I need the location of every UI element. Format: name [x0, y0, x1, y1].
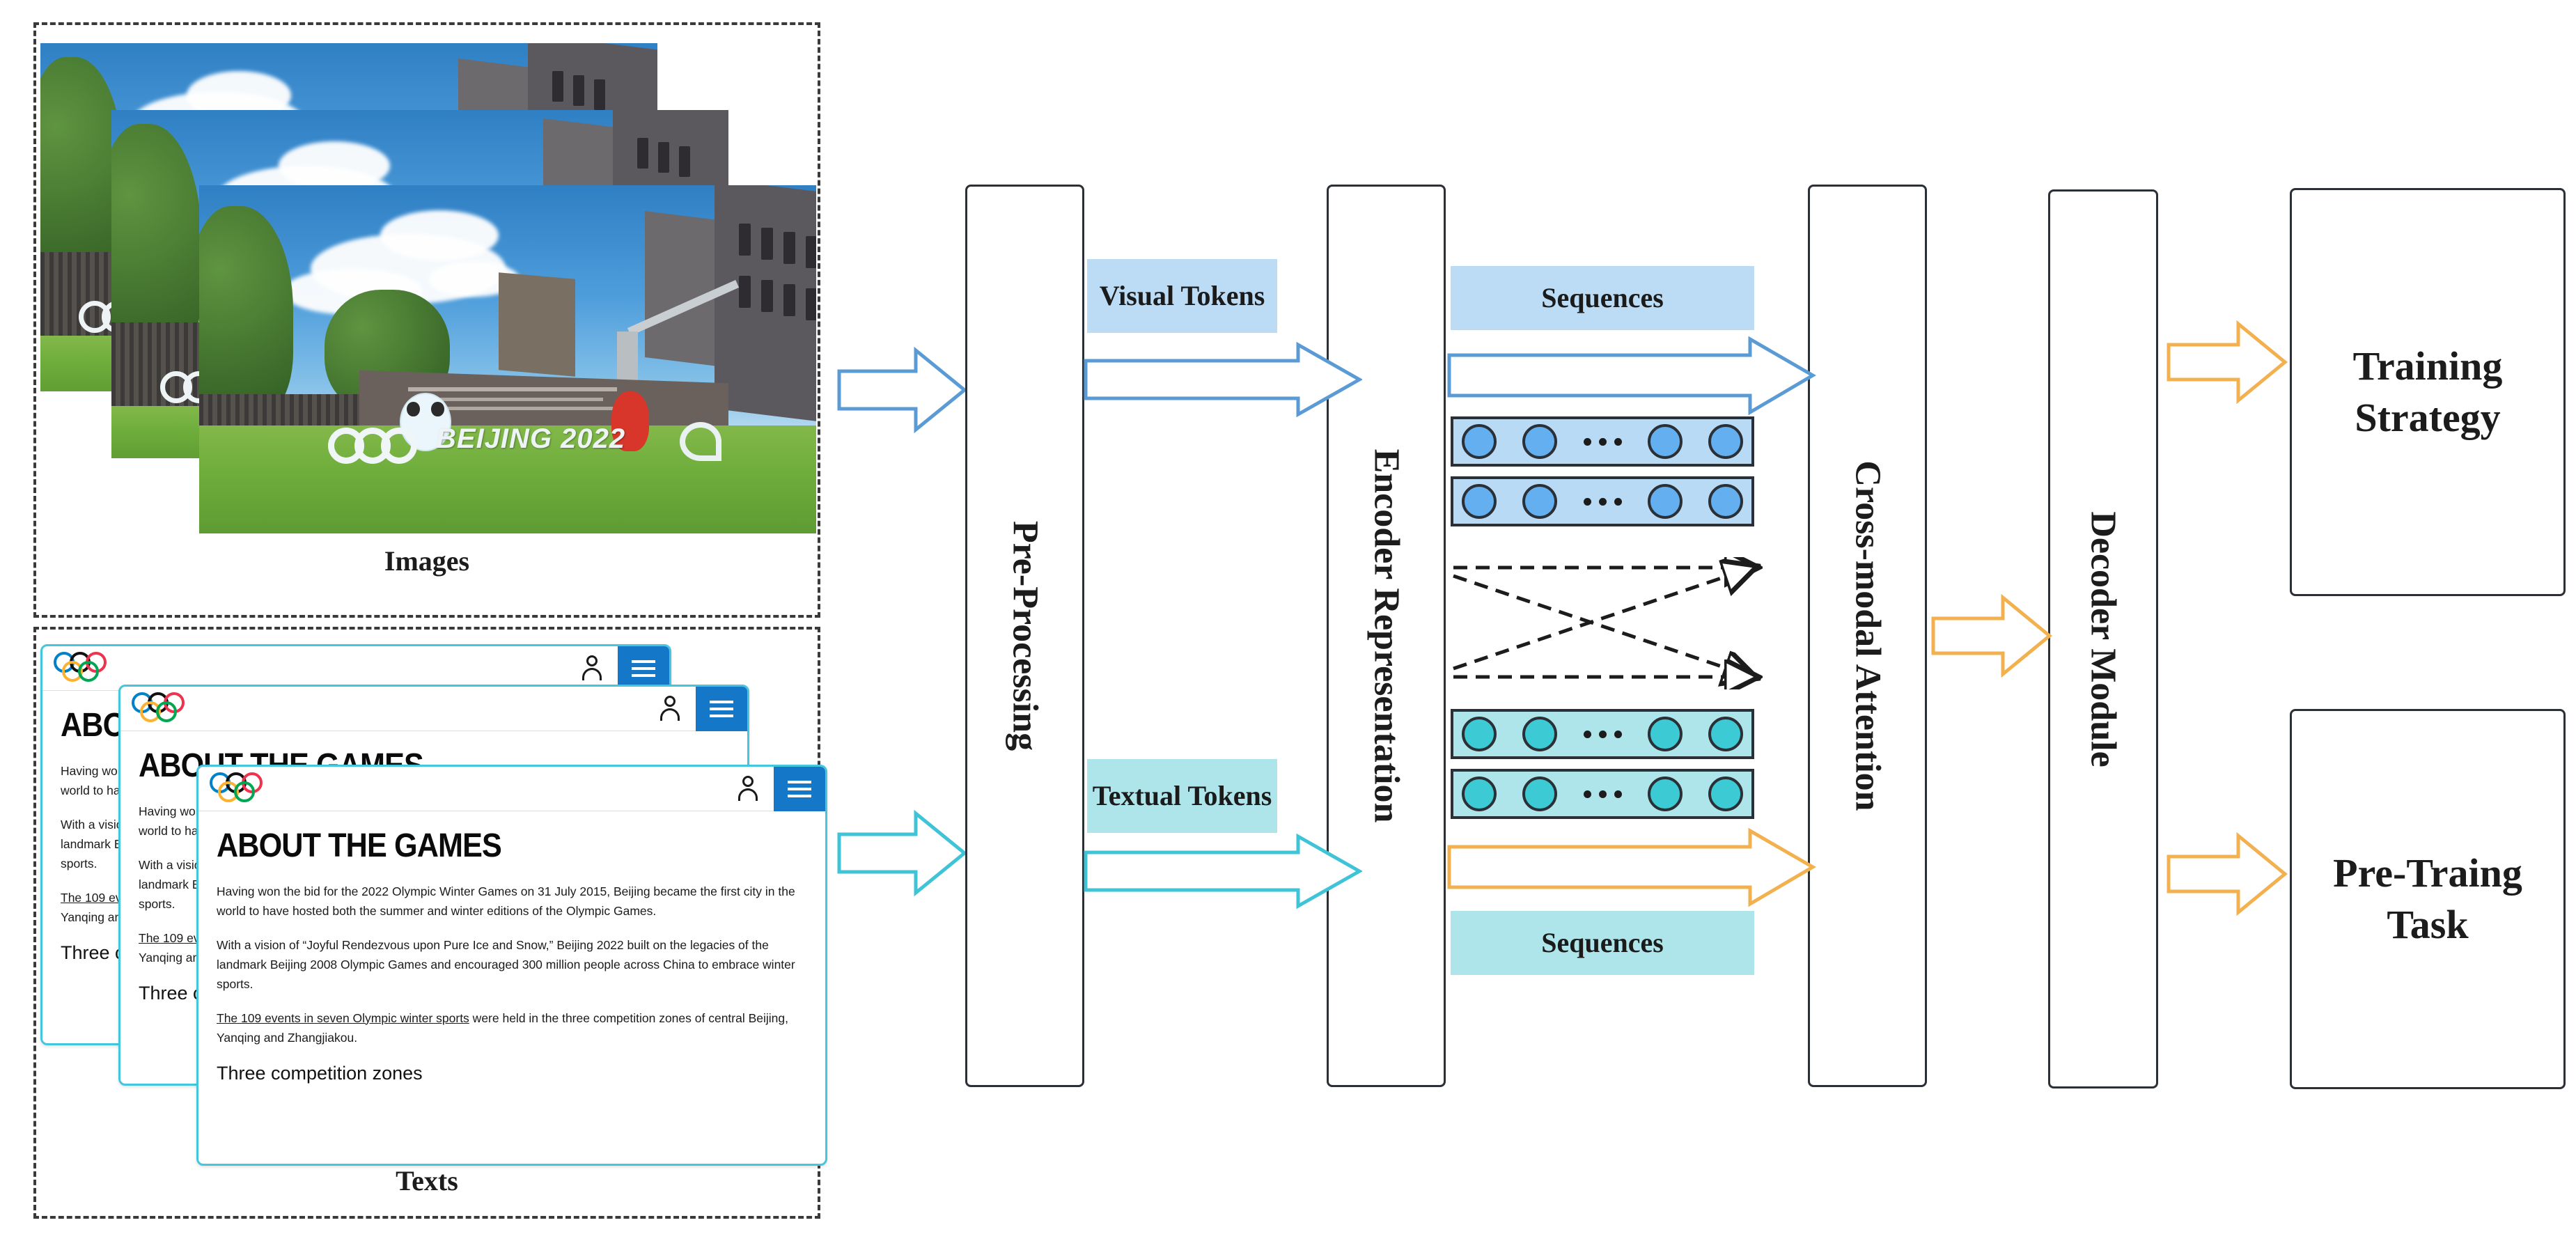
visual-sequence-row-2	[1451, 476, 1754, 526]
cross-modal-dashed-arrows	[1453, 557, 1778, 689]
text-document-front[interactable]: ABOUT THE GAMES Having won the bid for t…	[196, 765, 827, 1166]
attention-to-decoder-arrow	[1931, 593, 2052, 678]
sequence-ellipsis	[1583, 497, 1622, 506]
chip-sequences-top: Sequences	[1451, 266, 1754, 330]
box-pretrain-task[interactable]: Pre-Traing Task	[2290, 709, 2566, 1089]
sequence-node	[1462, 776, 1497, 811]
person-icon[interactable]	[579, 654, 607, 683]
label-cross-modal-attention: Cross-modal Attention	[1848, 460, 1887, 811]
label-pre-processing: Pre-Processing	[1005, 520, 1045, 751]
label-encoder-representation: Encoder Representation	[1366, 448, 1406, 823]
browser-header-front	[198, 767, 825, 811]
chip-textual-tokens: Textual Tokens	[1087, 759, 1277, 833]
sequences-bottom-arrow	[1447, 827, 1816, 907]
textual-sequence-row-2	[1451, 769, 1754, 819]
document-paragraph-1-front: Having won the bid for the 2022 Olympic …	[217, 884, 795, 919]
document-link-front[interactable]: The 109 events in seven Olympic winter s…	[217, 1011, 469, 1025]
document-title-front: ABOUT THE GAMES	[217, 827, 502, 864]
sequence-ellipsis	[1583, 790, 1622, 798]
texts-caption: Texts	[396, 1165, 458, 1196]
label-decoder-module: Decoder Module	[2083, 510, 2123, 767]
column-pre-processing[interactable]: Pre-Processing	[965, 185, 1084, 1087]
sequence-ellipsis	[1583, 730, 1622, 738]
column-decoder-module[interactable]: Decoder Module	[2048, 189, 2158, 1088]
visual-tokens-arrow	[1084, 341, 1362, 418]
sequence-node	[1708, 717, 1743, 751]
sequence-node	[1647, 484, 1683, 519]
decoder-to-pretrain-task-arrow	[2167, 832, 2288, 916]
label-training-strategy: Training Strategy	[2352, 343, 2503, 440]
chip-sequences-bottom: Sequences	[1451, 911, 1754, 975]
sequence-node	[1462, 424, 1497, 459]
olympic-rings-icon	[54, 651, 114, 685]
sequence-node	[1462, 717, 1497, 751]
sequence-node	[1647, 717, 1683, 751]
sequence-node	[1647, 776, 1683, 811]
visual-sequence-row-1	[1451, 416, 1754, 467]
label-pretrain-task: Pre-Traing Task	[2333, 850, 2522, 947]
sequence-node	[1708, 424, 1743, 459]
hamburger-menu-icon[interactable]	[696, 687, 747, 731]
box-training-strategy[interactable]: Training Strategy	[2290, 188, 2566, 596]
column-cross-modal-attention[interactable]: Cross-modal Attention	[1808, 185, 1927, 1087]
olympic-rings-icon	[132, 692, 192, 726]
sequence-node	[1708, 484, 1743, 519]
hamburger-menu-icon[interactable]	[774, 767, 825, 811]
sequence-node	[1647, 424, 1683, 459]
browser-header-mid	[120, 687, 747, 731]
document-paragraph-2-front: With a vision of “Joyful Rendezvous upon…	[217, 937, 795, 992]
images-caption: Images	[384, 545, 470, 577]
images-to-preprocessing-arrow	[837, 346, 967, 434]
decoder-to-training-strategy-arrow	[2167, 320, 2288, 405]
sequence-ellipsis	[1583, 437, 1622, 446]
sequence-node	[1522, 484, 1558, 519]
sequence-node	[1708, 776, 1743, 811]
texts-to-preprocessing-arrow	[837, 809, 967, 897]
document-subheading-front: Three competition zones	[217, 1063, 423, 1084]
person-icon[interactable]	[735, 774, 763, 804]
hamburger-menu-icon[interactable]	[618, 646, 669, 691]
sequence-node	[1522, 424, 1558, 459]
sequence-node	[1522, 717, 1558, 751]
image-thumbnail-front: BEIJING 2022	[199, 185, 816, 533]
textual-sequence-row-1	[1451, 709, 1754, 759]
textual-tokens-arrow	[1084, 833, 1362, 910]
column-encoder-representation[interactable]: Encoder Representation	[1327, 185, 1446, 1087]
sequence-node	[1462, 484, 1497, 519]
olympic-rings-icon	[210, 772, 270, 806]
sequence-node	[1522, 776, 1558, 811]
chip-visual-tokens: Visual Tokens	[1087, 259, 1277, 333]
person-icon[interactable]	[657, 694, 685, 724]
sequences-top-arrow	[1447, 336, 1816, 416]
